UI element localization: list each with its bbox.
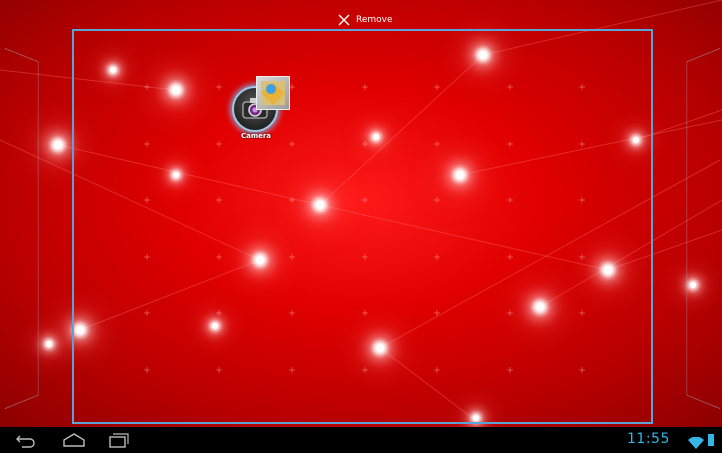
next-workspace-preview[interactable] <box>686 47 720 410</box>
clock[interactable]: 11:55 <box>627 431 670 447</box>
back-icon[interactable] <box>14 431 38 449</box>
close-icon <box>338 14 350 26</box>
battery-icon <box>708 434 714 446</box>
workspace-drop-frame[interactable] <box>72 29 653 424</box>
previous-workspace-preview[interactable] <box>5 47 39 410</box>
sparkle <box>54 141 62 149</box>
camera-label: Camera <box>240 132 272 140</box>
home-icon[interactable] <box>62 431 86 449</box>
recents-icon[interactable] <box>106 431 130 449</box>
system-bar: 11:55 <box>0 427 722 453</box>
sparkle <box>46 341 52 347</box>
gallery-icon <box>256 76 290 110</box>
workspace-grid <box>144 84 585 373</box>
remove-drop-target[interactable]: Remove <box>338 11 393 29</box>
remove-label: Remove <box>356 15 393 25</box>
dragged-app-icon[interactable]: Camera <box>230 76 290 146</box>
wifi-icon <box>688 434 704 453</box>
